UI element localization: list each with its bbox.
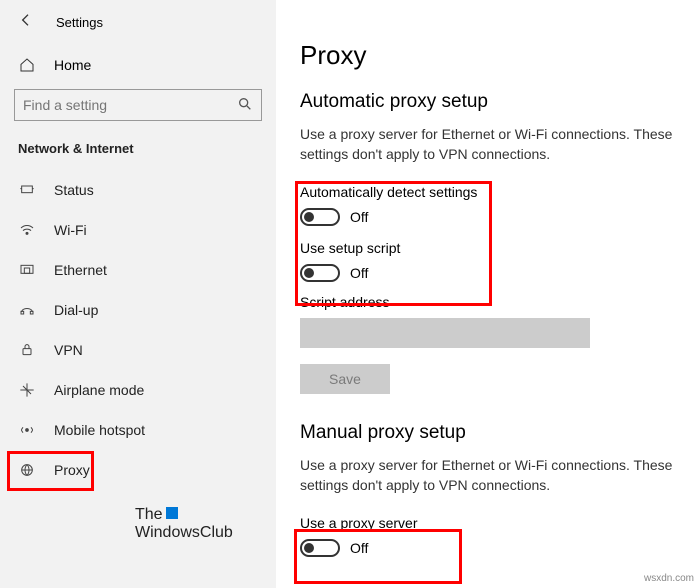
- sidebar-item-label: Proxy: [54, 462, 90, 478]
- auto-section-title: Automatic proxy setup: [300, 91, 700, 113]
- manual-section-desc: Use a proxy server for Ethernet or Wi-Fi…: [300, 456, 700, 495]
- sidebar-item-vpn[interactable]: VPN: [0, 330, 276, 370]
- sidebar-item-home[interactable]: Home: [0, 47, 276, 83]
- sidebar-item-label: VPN: [54, 342, 83, 358]
- auto-detect-label: Automatically detect settings: [300, 184, 478, 200]
- home-icon: [18, 57, 36, 73]
- sidebar-section-title: Network & Internet: [0, 135, 276, 170]
- wifi-icon: [18, 222, 36, 238]
- search-box[interactable]: [14, 89, 262, 121]
- sidebar-item-wifi[interactable]: Wi-Fi: [0, 210, 276, 250]
- watermark-line1: The: [135, 506, 163, 523]
- use-proxy-toggle[interactable]: [300, 539, 340, 557]
- app-title: Settings: [56, 15, 103, 30]
- back-button[interactable]: [18, 12, 34, 33]
- sidebar-item-label: Dial-up: [54, 302, 98, 318]
- page-title: Proxy: [300, 40, 700, 71]
- dialup-icon: [18, 302, 36, 318]
- sidebar-item-label: Wi-Fi: [54, 222, 87, 238]
- sidebar-item-status[interactable]: Status: [0, 170, 276, 210]
- use-proxy-label: Use a proxy server: [300, 515, 450, 531]
- use-script-toggle[interactable]: [300, 264, 340, 282]
- search-input[interactable]: [23, 97, 237, 113]
- watermark-line2: WindowsClub: [135, 524, 233, 541]
- watermark: The WindowsClub: [135, 506, 233, 543]
- search-container: [0, 83, 276, 135]
- watermark-square-icon: [166, 507, 178, 519]
- auto-detect-toggle[interactable]: [300, 208, 340, 226]
- sidebar-item-dialup[interactable]: Dial-up: [0, 290, 276, 330]
- auto-detect-group: Automatically detect settings Off Use se…: [300, 178, 486, 288]
- sidebar-item-airplane[interactable]: Airplane mode: [0, 370, 276, 410]
- search-icon: [237, 96, 253, 115]
- script-address-input[interactable]: [300, 318, 590, 348]
- ethernet-icon: [18, 262, 36, 278]
- use-script-state: Off: [350, 265, 368, 281]
- hotspot-icon: [18, 422, 36, 438]
- sidebar-item-label: Mobile hotspot: [54, 422, 145, 438]
- sidebar-item-label: Ethernet: [54, 262, 107, 278]
- use-script-label: Use setup script: [300, 240, 478, 256]
- status-icon: [18, 182, 36, 198]
- globe-icon: [18, 462, 36, 478]
- sidebar-item-label: Airplane mode: [54, 382, 144, 398]
- use-proxy-group: Use a proxy server Off: [300, 509, 458, 563]
- vpn-icon: [18, 342, 36, 358]
- manual-section-title: Manual proxy setup: [300, 422, 700, 444]
- save-button[interactable]: Save: [300, 364, 390, 394]
- script-address-label: Script address: [300, 294, 700, 310]
- auto-detect-state: Off: [350, 209, 368, 225]
- main-content: Proxy Automatic proxy setup Use a proxy …: [276, 0, 700, 588]
- airplane-icon: [18, 382, 36, 398]
- topbar: Settings: [0, 12, 276, 47]
- sidebar-item-proxy[interactable]: Proxy: [0, 450, 276, 490]
- footer-note: wsxdn.com: [644, 573, 694, 584]
- auto-section-desc: Use a proxy server for Ethernet or Wi-Fi…: [300, 125, 700, 164]
- use-proxy-state: Off: [350, 540, 368, 556]
- sidebar-item-hotspot[interactable]: Mobile hotspot: [0, 410, 276, 450]
- sidebar-item-label: Status: [54, 182, 94, 198]
- sidebar-item-ethernet[interactable]: Ethernet: [0, 250, 276, 290]
- sidebar-item-label: Home: [54, 57, 91, 73]
- sidebar: Settings Home Network & Internet Status …: [0, 0, 276, 588]
